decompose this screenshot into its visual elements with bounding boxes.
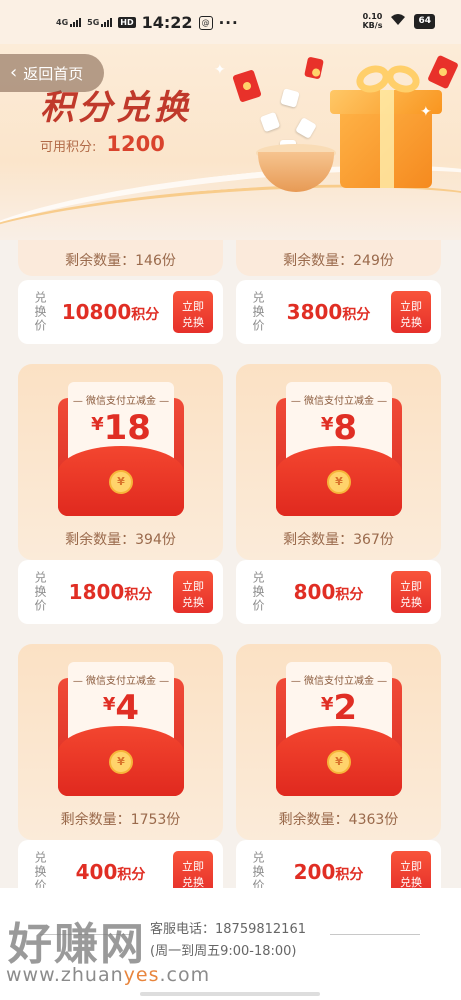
points-value: 1200 <box>106 132 165 156</box>
remaining-count: 剩余数量：1753份 <box>60 812 181 828</box>
price-bar: 兑换价 3800积分 立即 兑换 <box>236 280 441 344</box>
voucher-tag: — 微信支付立减金 — <box>290 396 388 407</box>
points-label: 可用积分: <box>40 140 97 155</box>
hd-voice-icon: HD <box>118 17 136 28</box>
coin-icon: ¥ <box>109 470 133 494</box>
price-bar: 兑换价 400积分 立即 兑换 <box>18 840 223 888</box>
footer: 客服电话：18759812161 (周一到周五9:00-18:00) 好赚网 w… <box>0 888 461 1000</box>
battery-icon: 64 <box>414 13 435 29</box>
dice-icon <box>259 111 281 133</box>
voucher-tag: — 微信支付立减金 — <box>290 676 388 687</box>
more-notifications-icon: ··· <box>218 13 239 32</box>
available-points: 可用积分: 1200 <box>40 132 165 156</box>
footer-divider <box>330 934 420 935</box>
redeem-button[interactable]: 立即 兑换 <box>391 571 431 613</box>
watermark-url: www.zhuanyes.com <box>6 964 211 986</box>
remaining-count: 剩余数量：4363份 <box>278 812 399 828</box>
price-value: 400积分 <box>75 860 146 884</box>
price-value: 200积分 <box>293 860 364 884</box>
price-bar: 兑换价 200积分 立即 兑换 <box>236 840 441 888</box>
product-grid: 剩余数量：146份 兑换价 10800积分 立即 兑换 剩余数量：249份 兑换价… <box>0 240 461 888</box>
status-bar: 4G 5G HD 14:22 @ ··· 0.10 KB/s 64 <box>0 0 461 44</box>
app-notification-icon: @ <box>198 15 213 30</box>
back-home-label: 返回首页 <box>23 64 84 83</box>
voucher-tag: — 微信支付立减金 — <box>72 396 170 407</box>
dice-icon <box>280 88 300 108</box>
red-envelope-icon <box>427 54 459 90</box>
network-speed: 0.10 KB/s <box>362 12 383 30</box>
redeem-button[interactable]: 立即 兑换 <box>391 291 431 333</box>
voucher-amount: ¥2 <box>320 688 358 728</box>
price-value: 1800积分 <box>68 580 153 604</box>
coin-icon: ¥ <box>327 470 351 494</box>
red-envelope-icon <box>232 69 262 103</box>
price-bar: 兑换价 800积分 立即 兑换 <box>236 560 441 624</box>
customer-service-phone: 客服电话：18759812161 <box>150 922 306 937</box>
voucher-amount: ¥8 <box>320 408 358 448</box>
red-envelope-image: — 微信支付立减金 — ¥2 ¥ 剩余数量：4363份 <box>236 644 441 840</box>
price-bar: 兑换价 1800积分 立即 兑换 <box>18 560 223 624</box>
price-label: 兑换价 <box>251 851 265 888</box>
clock: 14:22 <box>141 13 193 32</box>
voucher-tag: — 微信支付立减金 — <box>72 676 170 687</box>
back-home-button[interactable]: ‹ 返回首页 <box>0 54 104 92</box>
header-banner: ‹ 返回首页 积分兑换 可用积分: 1200 ✦ ✦ <box>0 44 461 240</box>
red-envelope-image: — 微信支付立减金 — ¥8 ¥ 剩余数量：367份 <box>236 364 441 560</box>
price-bar: 兑换价 10800积分 立即 兑换 <box>18 280 223 344</box>
price-label: 兑换价 <box>33 291 47 333</box>
red-envelope-icon <box>304 56 324 80</box>
remaining-count: 剩余数量：367份 <box>283 532 394 548</box>
price-value: 10800积分 <box>61 300 160 324</box>
voucher-amount: ¥4 <box>102 688 140 728</box>
coin-icon: ¥ <box>327 750 351 774</box>
remaining-count: 剩余数量：146份 <box>65 253 176 269</box>
price-label: 兑换价 <box>251 571 265 613</box>
chevron-left-icon: ‹ <box>10 62 18 83</box>
coin-icon: ¥ <box>109 750 133 774</box>
watermark-logo: 好赚网 <box>8 919 146 970</box>
service-hours: (周一到周五9:00-18:00) <box>150 944 297 959</box>
home-indicator[interactable] <box>140 992 320 996</box>
redeem-button[interactable]: 立即 兑换 <box>173 851 213 888</box>
redeem-button[interactable]: 立即 兑换 <box>173 291 213 333</box>
price-value: 3800积分 <box>286 300 371 324</box>
sparkle-icon: ✦ <box>214 62 226 78</box>
red-envelope-image: — 微信支付立减金 — ¥18 ¥ 剩余数量：394份 <box>18 364 223 560</box>
remaining-count: 剩余数量：394份 <box>65 532 176 548</box>
redeem-button[interactable]: 立即 兑换 <box>173 571 213 613</box>
price-label: 兑换价 <box>33 851 47 888</box>
voucher-amount: ¥18 <box>91 408 151 448</box>
price-label: 兑换价 <box>33 571 47 613</box>
price-label: 兑换价 <box>251 291 265 333</box>
wifi-icon <box>390 13 406 30</box>
sparkle-icon: ✦ <box>420 104 432 120</box>
cellular-signal-icon-1: 4G <box>56 18 82 27</box>
redeem-button[interactable]: 立即 兑换 <box>391 851 431 888</box>
gift-ribbon <box>380 90 394 188</box>
remaining-count: 剩余数量：249份 <box>283 253 394 269</box>
price-value: 800积分 <box>293 580 364 604</box>
dice-icon <box>295 117 317 139</box>
cellular-signal-icon-2: 5G <box>87 18 113 27</box>
red-envelope-image: — 微信支付立减金 — ¥4 ¥ 剩余数量：1753份 <box>18 644 223 840</box>
